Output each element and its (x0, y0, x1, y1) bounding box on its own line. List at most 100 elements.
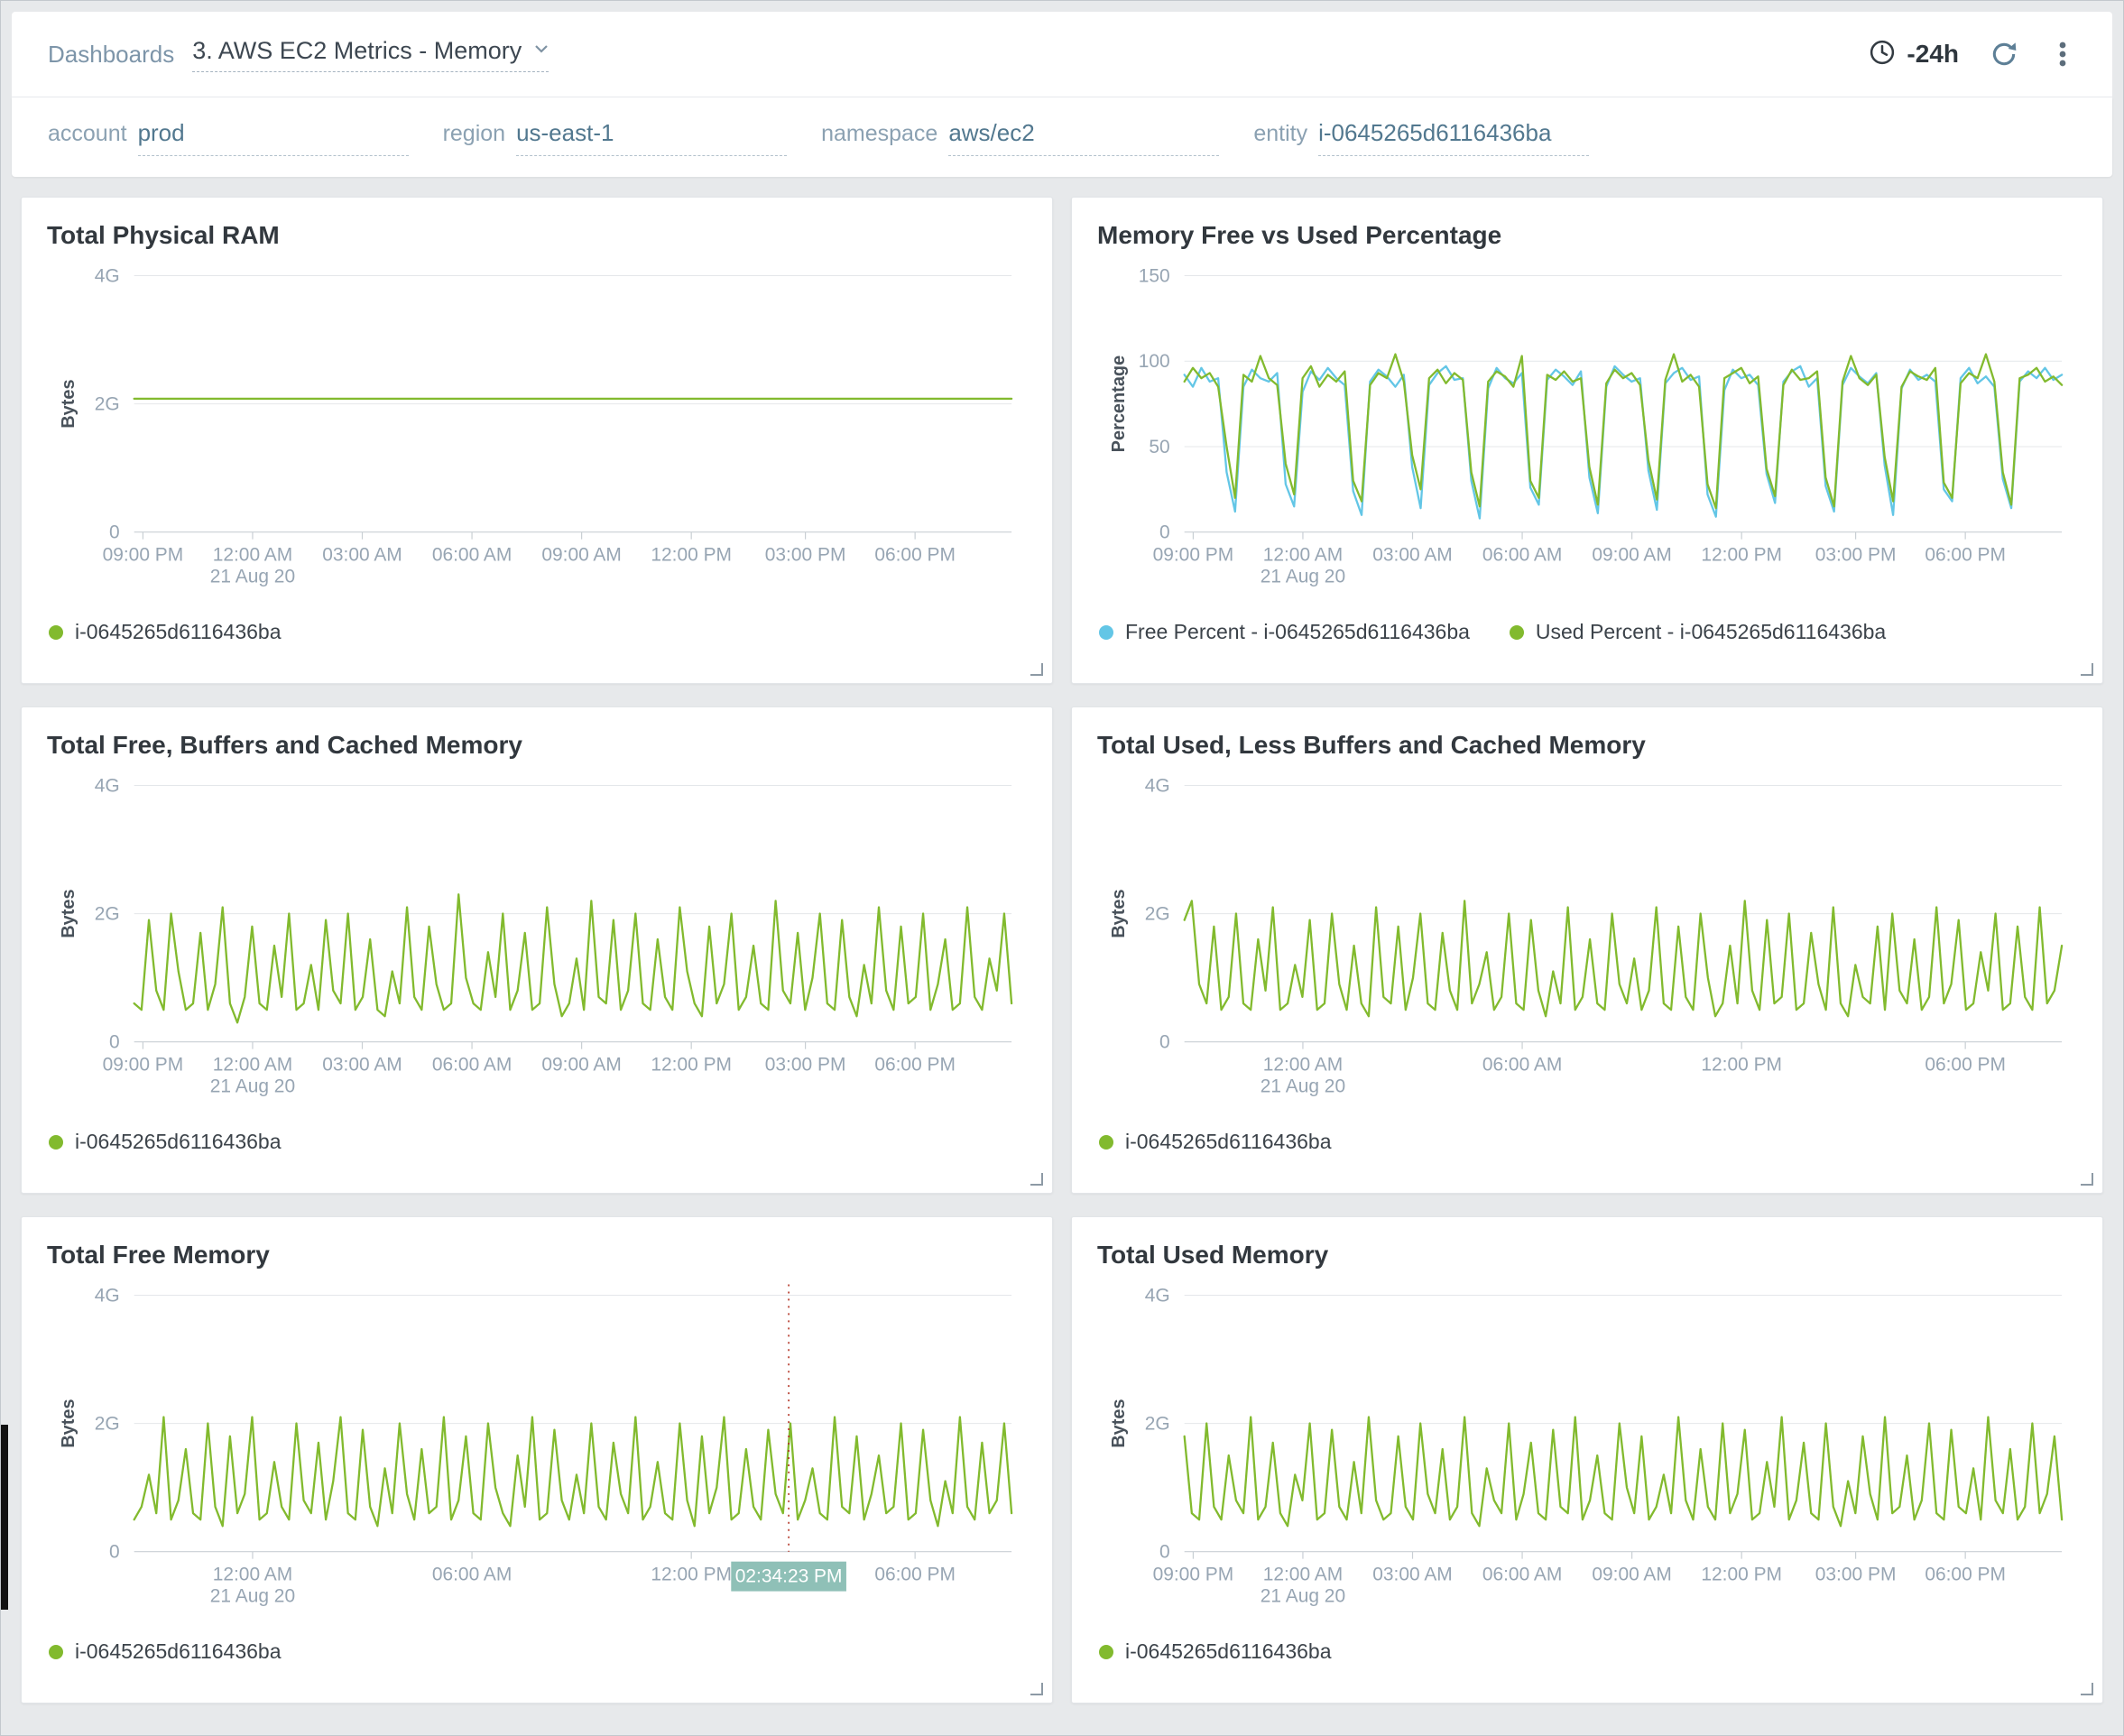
svg-text:06:00 PM: 06:00 PM (874, 1565, 956, 1585)
top-header: Dashboards 3. AWS EC2 Metrics - Memory -… (12, 12, 2112, 97)
filter-namespace: namespace aws/ec2 (821, 119, 1220, 156)
chart-title: Total Physical RAM (47, 221, 280, 249)
svg-text:Bytes: Bytes (59, 1399, 78, 1447)
legend-label: i-0645265d6116436ba (75, 1639, 282, 1663)
svg-text:09:00 AM: 09:00 AM (541, 545, 621, 566)
breadcrumb[interactable]: Dashboards (48, 41, 174, 69)
svg-text:03:00 AM: 03:00 AM (322, 545, 402, 566)
resize-handle[interactable] (1030, 1683, 1043, 1695)
dashboard-page: Dashboards 3. AWS EC2 Metrics - Memory -… (0, 0, 2124, 1736)
dashboard-title: 3. AWS EC2 Metrics - Memory (192, 36, 522, 64)
legend-label: Free Percent - i-0645265d6116436ba (1125, 620, 1470, 643)
svg-text:Percentage: Percentage (1109, 356, 1129, 453)
legend-dot (1099, 1644, 1113, 1659)
svg-text:06:00 PM: 06:00 PM (874, 545, 956, 566)
svg-text:0: 0 (1159, 522, 1170, 543)
filter-value-input[interactable]: aws/ec2 (948, 119, 1220, 156)
refresh-button[interactable] (1990, 40, 2018, 69)
resize-handle[interactable] (2081, 1683, 2093, 1695)
svg-text:Bytes: Bytes (59, 889, 78, 937)
svg-text:12:00 AM: 12:00 AM (213, 1565, 292, 1585)
svg-text:4G: 4G (95, 265, 120, 286)
more-menu-button[interactable] (2049, 39, 2076, 69)
chart-title: Total Used, Less Buffers and Cached Memo… (1097, 731, 1646, 759)
svg-text:03:00 AM: 03:00 AM (1372, 1565, 1452, 1585)
legend-item[interactable]: Free Percent - i-0645265d6116436ba (1099, 620, 1470, 644)
svg-text:09:00 AM: 09:00 AM (1592, 545, 1671, 566)
legend-item[interactable]: i-0645265d6116436ba (49, 1130, 282, 1154)
svg-text:06:00 AM: 06:00 AM (432, 545, 512, 566)
chart-cursor-label: 02:34:23 PM (735, 1566, 843, 1587)
svg-text:21 Aug 20: 21 Aug 20 (1261, 567, 1345, 587)
chart-canvas[interactable]: 0 2G 4G 12:00 AM21 Aug 20 06:00 AM 12:00 PM 06… (22, 1275, 1052, 1620)
legend-label: i-0645265d6116436ba (75, 1130, 282, 1153)
svg-text:09:00 PM: 09:00 PM (1153, 545, 1234, 566)
svg-text:21 Aug 20: 21 Aug 20 (1261, 1586, 1345, 1607)
legend-label: i-0645265d6116436ba (75, 620, 282, 643)
filter-label: entity (1253, 120, 1308, 146)
legend-item[interactable]: i-0645265d6116436ba (1099, 1130, 1332, 1154)
svg-text:50: 50 (1149, 437, 1169, 457)
svg-text:09:00 AM: 09:00 AM (541, 1055, 621, 1076)
chart-canvas[interactable]: 0 50 100 150 09:00 PM 12:00 AM21 Aug 20 03:00 … (1072, 255, 2102, 600)
dashboard-selector[interactable]: 3. AWS EC2 Metrics - Memory (192, 37, 549, 72)
svg-text:21 Aug 20: 21 Aug 20 (210, 567, 295, 587)
chart-canvas[interactable]: 0 2G 4G 12:00 AM21 Aug 20 06:00 AM 12:00 PM 06… (1072, 765, 2102, 1110)
svg-text:Bytes: Bytes (1109, 889, 1129, 937)
svg-text:21 Aug 20: 21 Aug 20 (210, 1586, 295, 1607)
resize-handle[interactable] (1030, 1173, 1043, 1186)
svg-text:06:00 PM: 06:00 PM (1925, 1055, 2006, 1076)
svg-text:03:00 PM: 03:00 PM (1815, 545, 1897, 566)
legend-item[interactable]: Used Percent - i-0645265d6116436ba (1509, 620, 1887, 644)
chart-title: Total Free, Buffers and Cached Memory (47, 731, 522, 759)
svg-text:21 Aug 20: 21 Aug 20 (210, 1076, 295, 1097)
chart-panel-total-used-memory: Total Used Memory 0 2G 4G 09:00 PM 12:00 AM 2… (1071, 1216, 2103, 1704)
svg-text:03:00 AM: 03:00 AM (322, 1055, 402, 1076)
left-scrollbar[interactable] (1, 1425, 8, 1610)
refresh-icon (1992, 42, 2017, 66)
svg-text:12:00 PM: 12:00 PM (651, 545, 732, 566)
filter-bar: account prod region us-east-1 namespace … (12, 97, 2112, 177)
resize-handle[interactable] (1030, 663, 1043, 676)
svg-text:Bytes: Bytes (1109, 1399, 1129, 1447)
svg-text:03:00 PM: 03:00 PM (765, 545, 846, 566)
clock-icon (1869, 39, 1896, 70)
legend-item[interactable]: i-0645265d6116436ba (49, 620, 282, 644)
resize-handle[interactable] (2081, 663, 2093, 676)
svg-text:12:00 AM: 12:00 AM (213, 545, 292, 566)
chart-panel-memory-free-vs-used: Memory Free vs Used Percentage 0 50 100 150… (1071, 197, 2103, 684)
legend-item[interactable]: i-0645265d6116436ba (1099, 1639, 1332, 1664)
chart-canvas[interactable]: 0 2G 4G 09:00 PM 12:00 AM21 Aug 20 03:00 AM 06… (1072, 1275, 2102, 1620)
chart-canvas[interactable]: 0 2G 4G 09:00 PM 12:00 AM21 Aug 20 03:00 AM 06… (22, 255, 1052, 600)
chart-panel-total-physical-ram: Total Physical RAM 0 2G 4G 09:00 PM 12:00 AM… (21, 197, 1053, 684)
filter-value-input[interactable]: us-east-1 (516, 119, 788, 156)
legend-label: Used Percent - i-0645265d6116436ba (1535, 620, 1887, 643)
chart-title: Memory Free vs Used Percentage (1097, 221, 1502, 249)
svg-text:06:00 AM: 06:00 AM (432, 1055, 512, 1076)
filter-value-input[interactable]: prod (137, 119, 409, 156)
svg-text:0: 0 (109, 1032, 120, 1053)
svg-text:03:00 AM: 03:00 AM (1372, 545, 1452, 566)
legend-dot (49, 1644, 63, 1659)
chart-title: Total Free Memory (47, 1241, 270, 1269)
chart-canvas[interactable]: 0 2G 4G 09:00 PM 12:00 AM21 Aug 20 03:00 AM 06… (22, 765, 1052, 1110)
legend-label: i-0645265d6116436ba (1125, 1639, 1332, 1663)
time-range-button[interactable]: -24h (1869, 39, 1959, 70)
legend-item[interactable]: i-0645265d6116436ba (49, 1639, 282, 1664)
svg-text:12:00 AM: 12:00 AM (1263, 1055, 1343, 1076)
legend-dot (49, 624, 63, 640)
time-range-label: -24h (1907, 40, 1959, 68)
svg-text:12:00 AM: 12:00 AM (1263, 1565, 1343, 1585)
filter-value-input[interactable]: i-0645265d6116436ba (1318, 119, 1590, 156)
svg-text:4G: 4G (95, 775, 120, 796)
svg-text:12:00 PM: 12:00 PM (1701, 1565, 1782, 1585)
resize-handle[interactable] (2081, 1173, 2093, 1186)
legend-dot (1099, 1134, 1113, 1150)
legend-dot (49, 1134, 63, 1150)
filter-entity: entity i-0645265d6116436ba (1253, 119, 1590, 156)
svg-text:12:00 AM: 12:00 AM (213, 1055, 292, 1076)
filter-label: account (48, 120, 127, 146)
svg-text:Bytes: Bytes (59, 379, 78, 428)
svg-text:06:00 PM: 06:00 PM (1925, 545, 2006, 566)
svg-text:09:00 PM: 09:00 PM (1153, 1565, 1234, 1585)
